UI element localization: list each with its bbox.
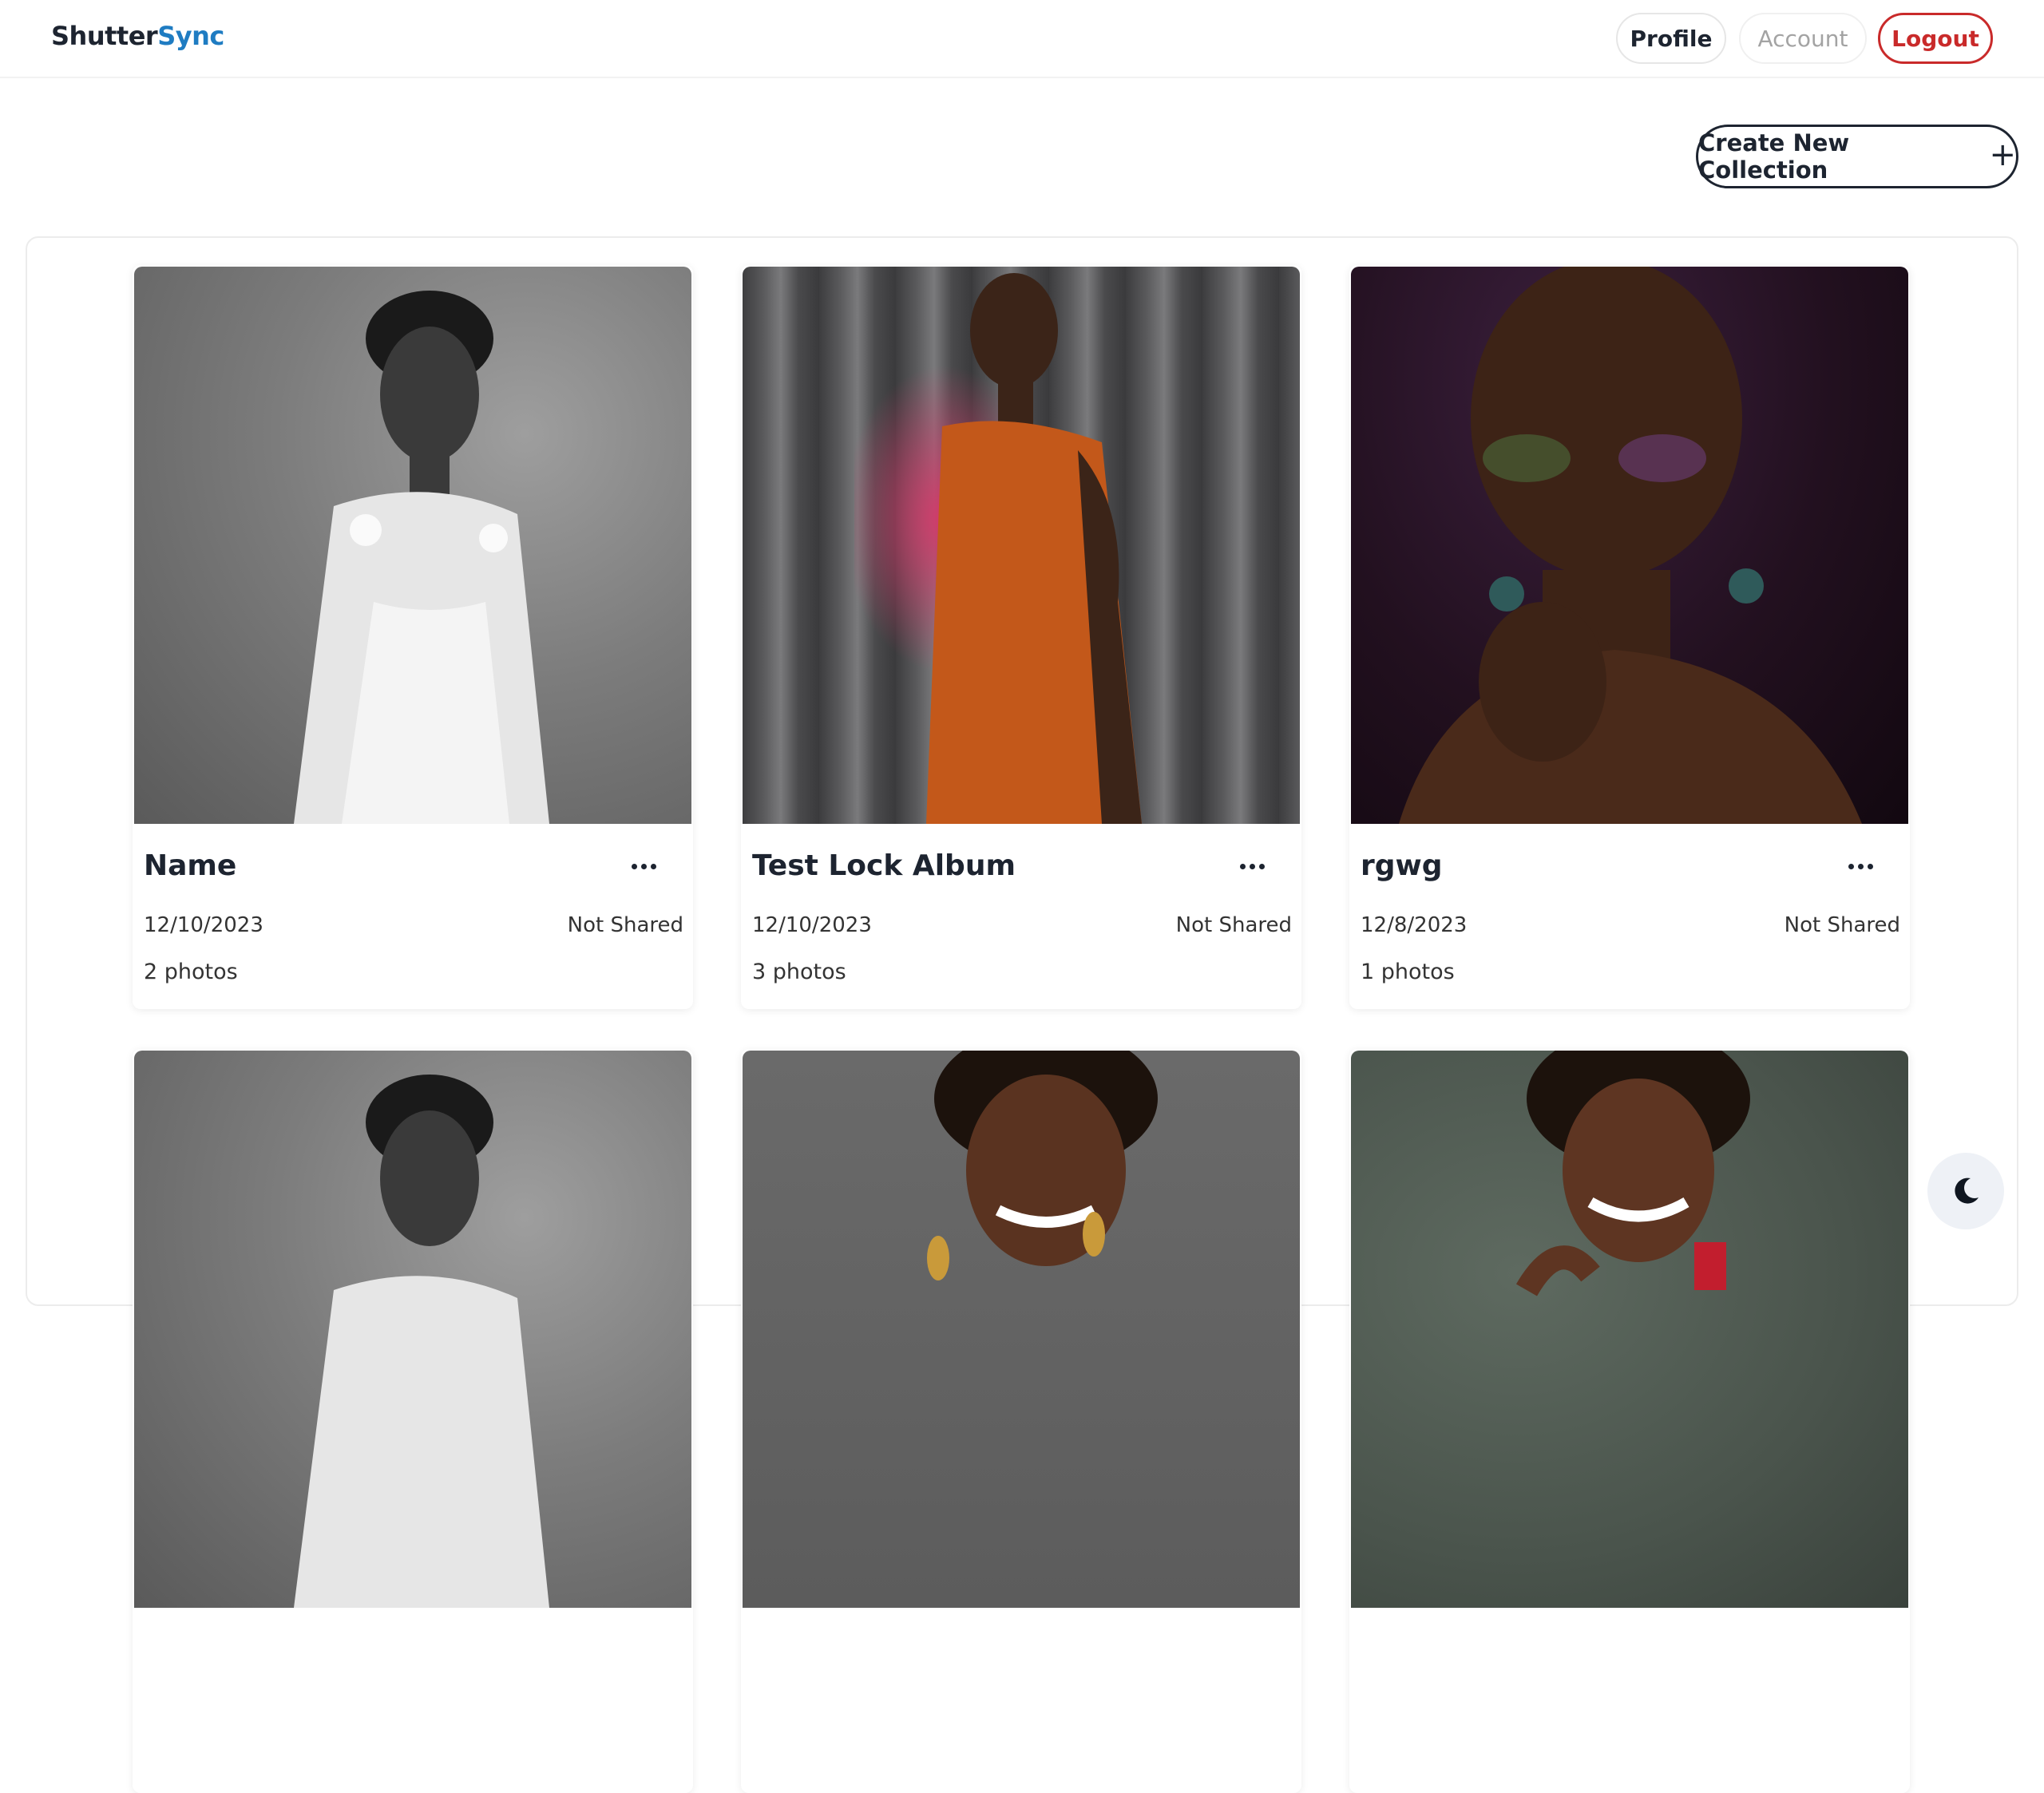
collection-card[interactable]: rgwg 12/8/2023 Not Shared 1 photos <box>1349 265 1910 1009</box>
moon-icon <box>1955 1178 1979 1204</box>
more-options-icon[interactable] <box>1841 854 1880 878</box>
app-header: ShutterSync Profile Account Logout <box>0 0 2044 78</box>
collection-cover-photo[interactable] <box>134 267 691 824</box>
collection-cover-photo[interactable] <box>134 1051 691 1608</box>
more-options-icon[interactable] <box>624 854 663 878</box>
portrait-image <box>854 273 1142 824</box>
collection-cover-photo[interactable] <box>743 267 1300 824</box>
portrait-image <box>927 1051 1158 1280</box>
account-button[interactable]: Account <box>1739 13 1867 64</box>
logout-button[interactable]: Logout <box>1878 13 1993 64</box>
dark-mode-toggle[interactable] <box>1927 1153 2004 1229</box>
collection-card[interactable]: Test Lock Album 12/10/2023 Not Shared 3 … <box>741 265 1301 1009</box>
brand-name-part2: Sync <box>157 21 224 51</box>
portrait-image <box>294 291 549 824</box>
collection-card[interactable] <box>133 1049 693 1793</box>
collection-date: 12/10/2023 <box>752 913 872 937</box>
share-status: Not Shared <box>1784 913 1900 937</box>
photo-count: 2 photos <box>144 960 238 984</box>
portrait-image <box>1515 1051 1750 1296</box>
portrait-image <box>1399 267 1862 824</box>
collection-title[interactable]: Test Lock Album <box>752 849 1016 882</box>
collection-card[interactable] <box>741 1049 1301 1793</box>
collection-card[interactable]: Name 12/10/2023 Not Shared 2 photos <box>133 265 693 1009</box>
share-status: Not Shared <box>567 913 683 937</box>
collection-date: 12/8/2023 <box>1361 913 1468 937</box>
create-collection-label: Create New Collection <box>1698 129 1850 184</box>
collection-card[interactable] <box>1349 1049 1910 1793</box>
collection-date: 12/10/2023 <box>144 913 263 937</box>
photo-count: 1 photos <box>1361 960 1455 984</box>
create-collection-button[interactable]: Create New Collection + <box>1696 125 2018 188</box>
photo-count: 3 photos <box>752 960 846 984</box>
collection-cover-photo[interactable] <box>1351 267 1908 824</box>
profile-button[interactable]: Profile <box>1616 13 1726 64</box>
more-options-icon[interactable] <box>1233 854 1271 878</box>
collection-title[interactable]: rgwg <box>1361 849 1443 882</box>
collection-cover-photo[interactable] <box>743 1051 1300 1608</box>
portrait-image <box>294 1075 549 1608</box>
share-status: Not Shared <box>1175 913 1292 937</box>
collections-panel: Name 12/10/2023 Not Shared 2 photos Test… <box>26 236 2018 1793</box>
collection-title[interactable]: Name <box>144 849 236 882</box>
brand-name-part1: Shutter <box>51 21 158 51</box>
plus-icon: + <box>1989 137 2016 173</box>
brand-logo[interactable]: ShutterSync <box>51 21 224 51</box>
collection-cover-photo[interactable] <box>1351 1051 1908 1608</box>
